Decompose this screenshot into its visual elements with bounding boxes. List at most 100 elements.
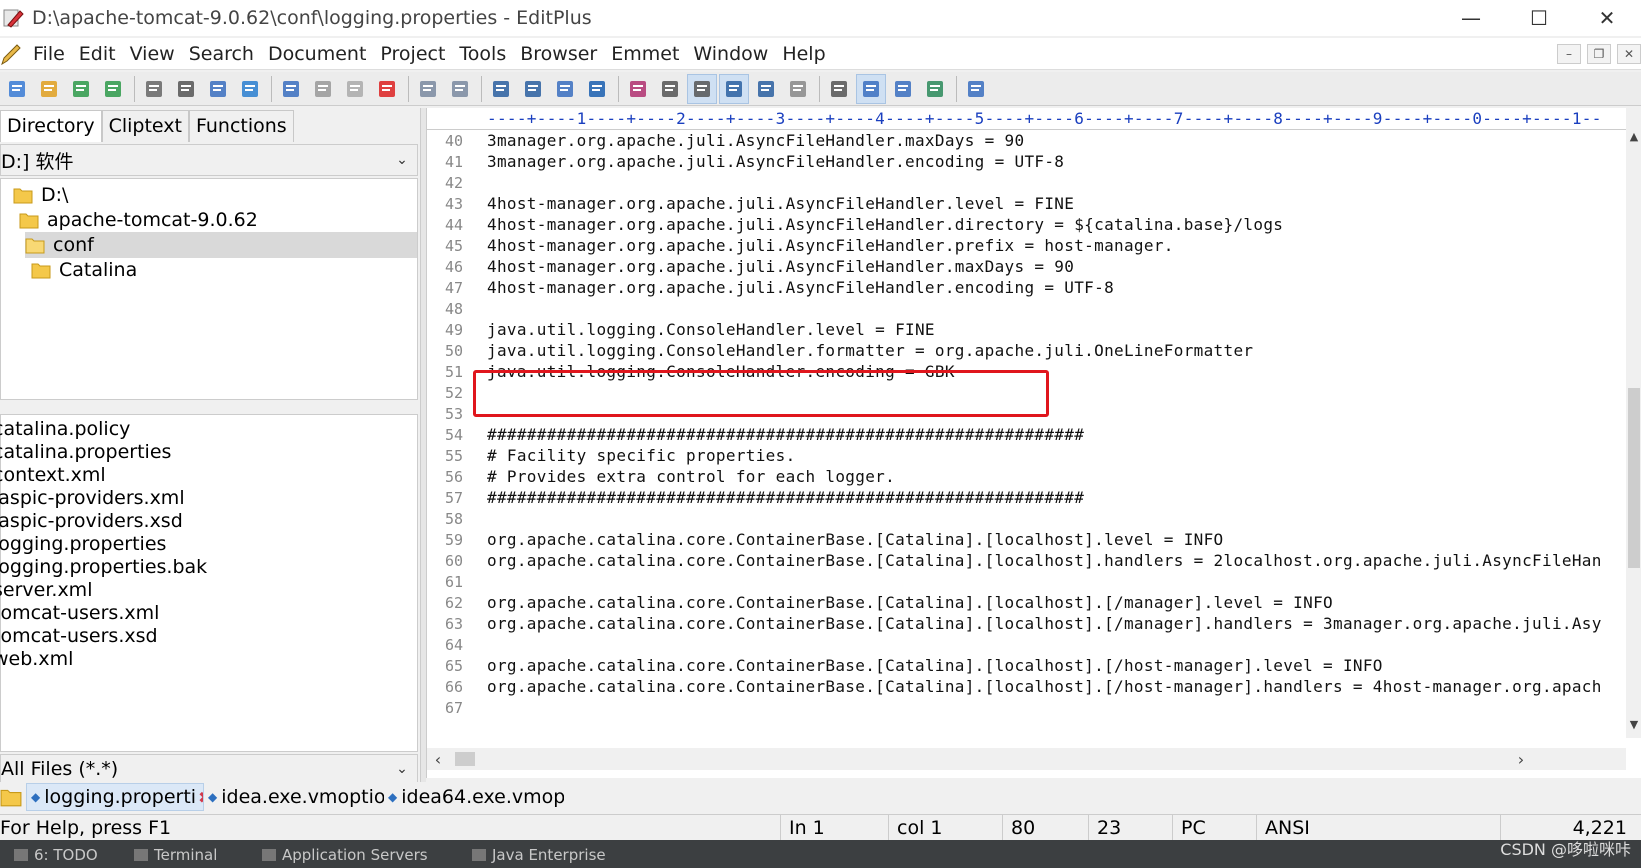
code-line[interactable]: 4host-manager.org.apache.juli.AsyncFileH… — [487, 235, 1174, 257]
tab-functions[interactable]: Functions — [188, 110, 294, 142]
doc-tab-idea64-vmoptions[interactable]: ◆ idea64.exe.vmop ✖ — [384, 783, 564, 811]
file-list-item[interactable]: logging.properties — [0, 532, 166, 556]
goto-icon[interactable] — [550, 74, 580, 104]
tree-item-conf[interactable]: conf — [25, 232, 417, 258]
save-all-icon[interactable] — [98, 74, 128, 104]
save-icon[interactable] — [66, 74, 96, 104]
code-line[interactable]: 4host-manager.org.apache.juli.AsyncFileH… — [487, 193, 1074, 215]
cut-icon[interactable] — [276, 74, 306, 104]
menu-project[interactable]: Project — [373, 43, 452, 65]
menu-window[interactable]: Window — [686, 43, 775, 65]
scroll-up-icon[interactable]: ▲ — [1626, 130, 1641, 148]
menu-file[interactable]: File — [26, 43, 72, 65]
file-list-item[interactable]: context.xml — [0, 463, 106, 487]
file-list-item[interactable]: catalina.properties — [0, 440, 171, 464]
code-line[interactable]: # Provides extra control for each logger… — [487, 466, 895, 488]
paste-icon[interactable] — [340, 74, 370, 104]
menu-edit[interactable]: Edit — [72, 43, 123, 65]
tab-directory[interactable]: Directory — [0, 110, 102, 142]
menu-tools[interactable]: Tools — [452, 43, 513, 65]
preview-icon[interactable] — [888, 74, 918, 104]
undo-icon[interactable] — [413, 74, 443, 104]
code-line[interactable]: org.apache.catalina.core.ContainerBase.[… — [487, 592, 1333, 614]
new-file-icon[interactable] — [2, 74, 32, 104]
menu-document[interactable]: Document — [261, 43, 373, 65]
code-line[interactable]: 3manager.org.apache.juli.AsyncFileHandle… — [487, 151, 1064, 173]
doc-minimize-button[interactable]: – — [1557, 44, 1581, 64]
code-line[interactable]: org.apache.catalina.core.ContainerBase.[… — [487, 550, 1602, 572]
doc-tab-logging-properties[interactable]: ◆ logging.properti ✖ — [26, 783, 204, 811]
menu-help[interactable]: Help — [775, 43, 832, 65]
print-preview-icon[interactable] — [139, 74, 169, 104]
menu-view[interactable]: View — [123, 43, 182, 65]
tab-cliptext[interactable]: Cliptext — [101, 110, 189, 142]
close-button[interactable]: ✕ — [1573, 0, 1641, 36]
code-line[interactable]: 4host-manager.org.apache.juli.AsyncFileH… — [487, 256, 1074, 278]
doc-close-button[interactable]: ✕ — [1617, 44, 1641, 64]
code-area[interactable]: 3manager.org.apache.juli.AsyncFileHandle… — [487, 130, 1635, 738]
doc-restore-button[interactable]: ❐ — [1587, 44, 1611, 64]
code-line[interactable]: 4host-manager.org.apache.juli.AsyncFileH… — [487, 214, 1283, 236]
vertical-scroll-thumb[interactable] — [1628, 388, 1640, 568]
code-line[interactable]: java.util.logging.ConsoleHandler.level =… — [487, 319, 935, 341]
spellcheck-icon[interactable] — [203, 74, 233, 104]
full-screen-icon[interactable] — [920, 74, 950, 104]
file-list-item[interactable]: server.xml — [0, 578, 92, 602]
print-icon[interactable] — [171, 74, 201, 104]
editor[interactable]: ----+----1----+----2----+----3----+----4… — [426, 108, 1641, 778]
dir-window-icon[interactable] — [824, 74, 854, 104]
tree-item-tomcat[interactable]: apache-tomcat-9.0.62 — [19, 207, 413, 233]
line-number-icon[interactable] — [719, 73, 749, 104]
minimize-button[interactable]: — — [1437, 0, 1505, 36]
code-line[interactable]: 4host-manager.org.apache.juli.AsyncFileH… — [487, 277, 1114, 299]
ide-tab-terminal[interactable]: Terminal — [134, 846, 217, 864]
file-list-item[interactable]: tomcat-users.xml — [0, 601, 159, 625]
ide-tab-java-enterprise[interactable]: Java Enterprise — [472, 846, 606, 864]
menu-emmet[interactable]: Emmet — [604, 43, 686, 65]
code-line[interactable]: 3manager.org.apache.juli.AsyncFileHandle… — [487, 130, 1024, 152]
file-list-item[interactable]: jaspic-providers.xsd — [0, 509, 183, 533]
file-list-item[interactable]: catalina.policy — [0, 417, 130, 441]
word-wrap-icon[interactable] — [687, 73, 717, 104]
scroll-down-icon[interactable]: ▼ — [1626, 718, 1641, 736]
doc-tab-idea-vmoptions[interactable]: ◆ idea.exe.vmoptio ✖ — [204, 783, 384, 811]
find-icon[interactable] — [486, 74, 516, 104]
code-line[interactable]: ########################################… — [487, 487, 1084, 509]
horizontal-scrollbar[interactable]: ‹ › — [427, 748, 1626, 770]
hex-icon[interactable] — [655, 74, 685, 104]
file-list-item[interactable]: web.xml — [0, 647, 73, 671]
ruler-icon[interactable] — [751, 74, 781, 104]
font-icon[interactable] — [623, 74, 653, 104]
indent-icon[interactable] — [582, 74, 612, 104]
menu-browser[interactable]: Browser — [513, 43, 604, 65]
file-list-item[interactable]: logging.properties.bak — [0, 555, 207, 579]
horizontal-scroll-thumb[interactable] — [455, 752, 475, 766]
copy-icon[interactable] — [308, 74, 338, 104]
scroll-right-icon[interactable]: › — [1512, 750, 1530, 769]
output-window-icon[interactable] — [856, 73, 886, 104]
redo-icon[interactable] — [445, 74, 475, 104]
code-line[interactable]: org.apache.catalina.core.ContainerBase.[… — [487, 676, 1602, 698]
browser-icon[interactable] — [235, 74, 265, 104]
tree-item-catalina[interactable]: Catalina — [31, 257, 413, 283]
delete-icon[interactable] — [372, 74, 402, 104]
scroll-left-icon[interactable]: ‹ — [429, 750, 447, 769]
file-list-item[interactable]: tomcat-users.xsd — [0, 624, 158, 648]
vertical-scrollbar[interactable]: ▲ ▼ — [1626, 108, 1641, 738]
file-filter-select[interactable]: All Files (*.*) ⌄ — [0, 754, 418, 784]
settings-icon[interactable] — [783, 74, 813, 104]
maximize-button[interactable]: ☐ — [1505, 0, 1573, 36]
code-line[interactable]: java.util.logging.ConsoleHandler.formatt… — [487, 340, 1253, 362]
ide-tab-app-servers[interactable]: Application Servers — [262, 846, 428, 864]
menu-search[interactable]: Search — [182, 43, 261, 65]
code-line[interactable]: org.apache.catalina.core.ContainerBase.[… — [487, 613, 1602, 635]
file-list-item[interactable]: jaspic-providers.xml — [0, 486, 185, 510]
open-icon[interactable] — [34, 74, 64, 104]
ide-tab-todo[interactable]: 6: TODO — [14, 846, 98, 864]
context-help-icon[interactable] — [961, 74, 991, 104]
tree-item-drive[interactable]: D:\ — [13, 182, 413, 208]
code-line[interactable]: org.apache.catalina.core.ContainerBase.[… — [487, 655, 1383, 677]
replace-icon[interactable] — [518, 74, 548, 104]
code-line[interactable]: org.apache.catalina.core.ContainerBase.[… — [487, 529, 1224, 551]
drive-select[interactable]: D:] 软件 ⌄ — [0, 144, 418, 176]
